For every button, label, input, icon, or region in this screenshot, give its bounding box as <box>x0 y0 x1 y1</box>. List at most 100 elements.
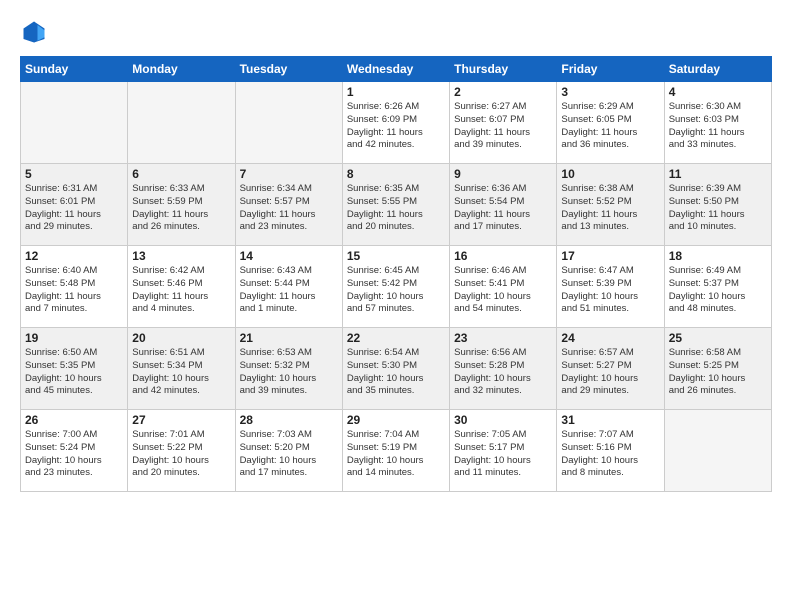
calendar-day-cell: 5 Sunrise: 6:31 AM Sunset: 6:01 PM Daylig… <box>21 164 128 246</box>
calendar-day-cell: 18 Sunrise: 6:49 AM Sunset: 5:37 PM Dayli… <box>664 246 771 328</box>
calendar-day-cell: 7Sunrise: 6:34 AM Sunset: 5:57 PM Daylig… <box>235 164 342 246</box>
day-info: Sunrise: 6:27 AM Sunset: 6:07 PM Dayligh… <box>454 101 552 152</box>
day-info: Sunrise: 7:01 AM Sunset: 5:22 PM Dayligh… <box>132 429 230 480</box>
day-info: Sunrise: 6:38 AM Sunset: 5:52 PM Dayligh… <box>561 183 659 234</box>
calendar-day-cell: 25Sunrise: 6:58 AM Sunset: 5:25 PM Dayli… <box>664 328 771 410</box>
calendar-day-cell: 27Sunrise: 7:01 AM Sunset: 5:22 PM Dayli… <box>128 410 235 492</box>
day-number: 20 <box>132 331 230 345</box>
weekday-header-friday: Friday <box>557 57 664 82</box>
page: SundayMondayTuesdayWednesdayThursdayFrid… <box>0 0 792 612</box>
calendar-day-cell: 24 Sunrise: 6:57 AM Sunset: 5:27 PM Dayli… <box>557 328 664 410</box>
day-number: 29 <box>347 413 445 427</box>
day-info: Sunrise: 6:30 AM Sunset: 6:03 PM Dayligh… <box>669 101 767 152</box>
day-number: 18 <box>669 249 767 263</box>
day-number: 25 <box>669 331 767 345</box>
day-info: Sunrise: 6:35 AM Sunset: 5:55 PM Dayligh… <box>347 183 445 234</box>
calendar-day-cell: 23 Sunrise: 6:56 AM Sunset: 5:28 PM Dayli… <box>450 328 557 410</box>
calendar-week-row: 5 Sunrise: 6:31 AM Sunset: 6:01 PM Daylig… <box>21 164 772 246</box>
day-number: 3 <box>561 85 659 99</box>
weekday-header-monday: Monday <box>128 57 235 82</box>
weekday-header-wednesday: Wednesday <box>342 57 449 82</box>
day-number: 22 <box>347 331 445 345</box>
day-info: Sunrise: 7:05 AM Sunset: 5:17 PM Dayligh… <box>454 429 552 480</box>
calendar-day-cell: 31Sunrise: 7:07 AM Sunset: 5:16 PM Dayli… <box>557 410 664 492</box>
calendar-day-cell: 3Sunrise: 6:29 AM Sunset: 6:05 PM Daylig… <box>557 82 664 164</box>
calendar-day-cell: 13 Sunrise: 6:42 AM Sunset: 5:46 PM Dayli… <box>128 246 235 328</box>
day-info: Sunrise: 6:31 AM Sunset: 6:01 PM Dayligh… <box>25 183 123 234</box>
calendar-day-cell: 10 Sunrise: 6:38 AM Sunset: 5:52 PM Dayli… <box>557 164 664 246</box>
day-info: Sunrise: 6:54 AM Sunset: 5:30 PM Dayligh… <box>347 347 445 398</box>
calendar-day-cell: 9 Sunrise: 6:36 AM Sunset: 5:54 PM Daylig… <box>450 164 557 246</box>
weekday-header-tuesday: Tuesday <box>235 57 342 82</box>
day-number: 8 <box>347 167 445 181</box>
day-number: 28 <box>240 413 338 427</box>
day-info: Sunrise: 6:33 AM Sunset: 5:59 PM Dayligh… <box>132 183 230 234</box>
day-info: Sunrise: 6:57 AM Sunset: 5:27 PM Dayligh… <box>561 347 659 398</box>
calendar-day-cell: 28Sunrise: 7:03 AM Sunset: 5:20 PM Dayli… <box>235 410 342 492</box>
logo <box>20 18 52 46</box>
calendar-day-cell: 30 Sunrise: 7:05 AM Sunset: 5:17 PM Dayli… <box>450 410 557 492</box>
calendar-day-cell <box>664 410 771 492</box>
calendar-day-cell: 14 Sunrise: 6:43 AM Sunset: 5:44 PM Dayli… <box>235 246 342 328</box>
day-info: Sunrise: 6:56 AM Sunset: 5:28 PM Dayligh… <box>454 347 552 398</box>
day-info: Sunrise: 6:51 AM Sunset: 5:34 PM Dayligh… <box>132 347 230 398</box>
day-number: 13 <box>132 249 230 263</box>
calendar-day-cell: 22 Sunrise: 6:54 AM Sunset: 5:30 PM Dayli… <box>342 328 449 410</box>
calendar-day-cell: 19 Sunrise: 6:50 AM Sunset: 5:35 PM Dayli… <box>21 328 128 410</box>
day-info: Sunrise: 6:36 AM Sunset: 5:54 PM Dayligh… <box>454 183 552 234</box>
header <box>20 18 772 46</box>
calendar-day-cell: 11 Sunrise: 6:39 AM Sunset: 5:50 PM Dayli… <box>664 164 771 246</box>
day-number: 10 <box>561 167 659 181</box>
day-info: Sunrise: 6:50 AM Sunset: 5:35 PM Dayligh… <box>25 347 123 398</box>
day-info: Sunrise: 6:53 AM Sunset: 5:32 PM Dayligh… <box>240 347 338 398</box>
day-number: 14 <box>240 249 338 263</box>
calendar-day-cell: 20 Sunrise: 6:51 AM Sunset: 5:34 PM Dayli… <box>128 328 235 410</box>
calendar-table: SundayMondayTuesdayWednesdayThursdayFrid… <box>20 56 772 492</box>
day-info: Sunrise: 6:43 AM Sunset: 5:44 PM Dayligh… <box>240 265 338 316</box>
calendar-day-cell: 2 Sunrise: 6:27 AM Sunset: 6:07 PM Daylig… <box>450 82 557 164</box>
day-number: 6 <box>132 167 230 181</box>
day-info: Sunrise: 7:04 AM Sunset: 5:19 PM Dayligh… <box>347 429 445 480</box>
day-number: 16 <box>454 249 552 263</box>
day-info: Sunrise: 6:49 AM Sunset: 5:37 PM Dayligh… <box>669 265 767 316</box>
day-number: 17 <box>561 249 659 263</box>
day-number: 26 <box>25 413 123 427</box>
calendar-day-cell <box>235 82 342 164</box>
calendar-day-cell: 17 Sunrise: 6:47 AM Sunset: 5:39 PM Dayli… <box>557 246 664 328</box>
calendar-day-cell <box>21 82 128 164</box>
weekday-header-sunday: Sunday <box>21 57 128 82</box>
day-number: 19 <box>25 331 123 345</box>
calendar-day-cell: 26 Sunrise: 7:00 AM Sunset: 5:24 PM Dayli… <box>21 410 128 492</box>
calendar-day-cell: 16Sunrise: 6:46 AM Sunset: 5:41 PM Dayli… <box>450 246 557 328</box>
day-number: 9 <box>454 167 552 181</box>
calendar-day-cell: 6 Sunrise: 6:33 AM Sunset: 5:59 PM Daylig… <box>128 164 235 246</box>
calendar-day-cell: 21 Sunrise: 6:53 AM Sunset: 5:32 PM Dayli… <box>235 328 342 410</box>
day-number: 5 <box>25 167 123 181</box>
logo-icon <box>20 18 48 46</box>
day-info: Sunrise: 6:47 AM Sunset: 5:39 PM Dayligh… <box>561 265 659 316</box>
day-number: 4 <box>669 85 767 99</box>
day-info: Sunrise: 7:00 AM Sunset: 5:24 PM Dayligh… <box>25 429 123 480</box>
day-number: 23 <box>454 331 552 345</box>
day-number: 21 <box>240 331 338 345</box>
day-info: Sunrise: 6:39 AM Sunset: 5:50 PM Dayligh… <box>669 183 767 234</box>
calendar-day-cell: 29 Sunrise: 7:04 AM Sunset: 5:19 PM Dayli… <box>342 410 449 492</box>
day-info: Sunrise: 6:26 AM Sunset: 6:09 PM Dayligh… <box>347 101 445 152</box>
calendar-day-cell: 15Sunrise: 6:45 AM Sunset: 5:42 PM Dayli… <box>342 246 449 328</box>
day-info: Sunrise: 6:40 AM Sunset: 5:48 PM Dayligh… <box>25 265 123 316</box>
day-number: 12 <box>25 249 123 263</box>
day-number: 1 <box>347 85 445 99</box>
calendar-day-cell: 8 Sunrise: 6:35 AM Sunset: 5:55 PM Daylig… <box>342 164 449 246</box>
day-number: 30 <box>454 413 552 427</box>
day-info: Sunrise: 6:42 AM Sunset: 5:46 PM Dayligh… <box>132 265 230 316</box>
calendar-day-cell: 12 Sunrise: 6:40 AM Sunset: 5:48 PM Dayli… <box>21 246 128 328</box>
day-number: 11 <box>669 167 767 181</box>
day-number: 2 <box>454 85 552 99</box>
day-number: 24 <box>561 331 659 345</box>
day-number: 7 <box>240 167 338 181</box>
day-info: Sunrise: 6:45 AM Sunset: 5:42 PM Dayligh… <box>347 265 445 316</box>
calendar-week-row: 1 Sunrise: 6:26 AM Sunset: 6:09 PM Daylig… <box>21 82 772 164</box>
day-info: Sunrise: 7:07 AM Sunset: 5:16 PM Dayligh… <box>561 429 659 480</box>
calendar-day-cell <box>128 82 235 164</box>
calendar-day-cell: 1 Sunrise: 6:26 AM Sunset: 6:09 PM Daylig… <box>342 82 449 164</box>
